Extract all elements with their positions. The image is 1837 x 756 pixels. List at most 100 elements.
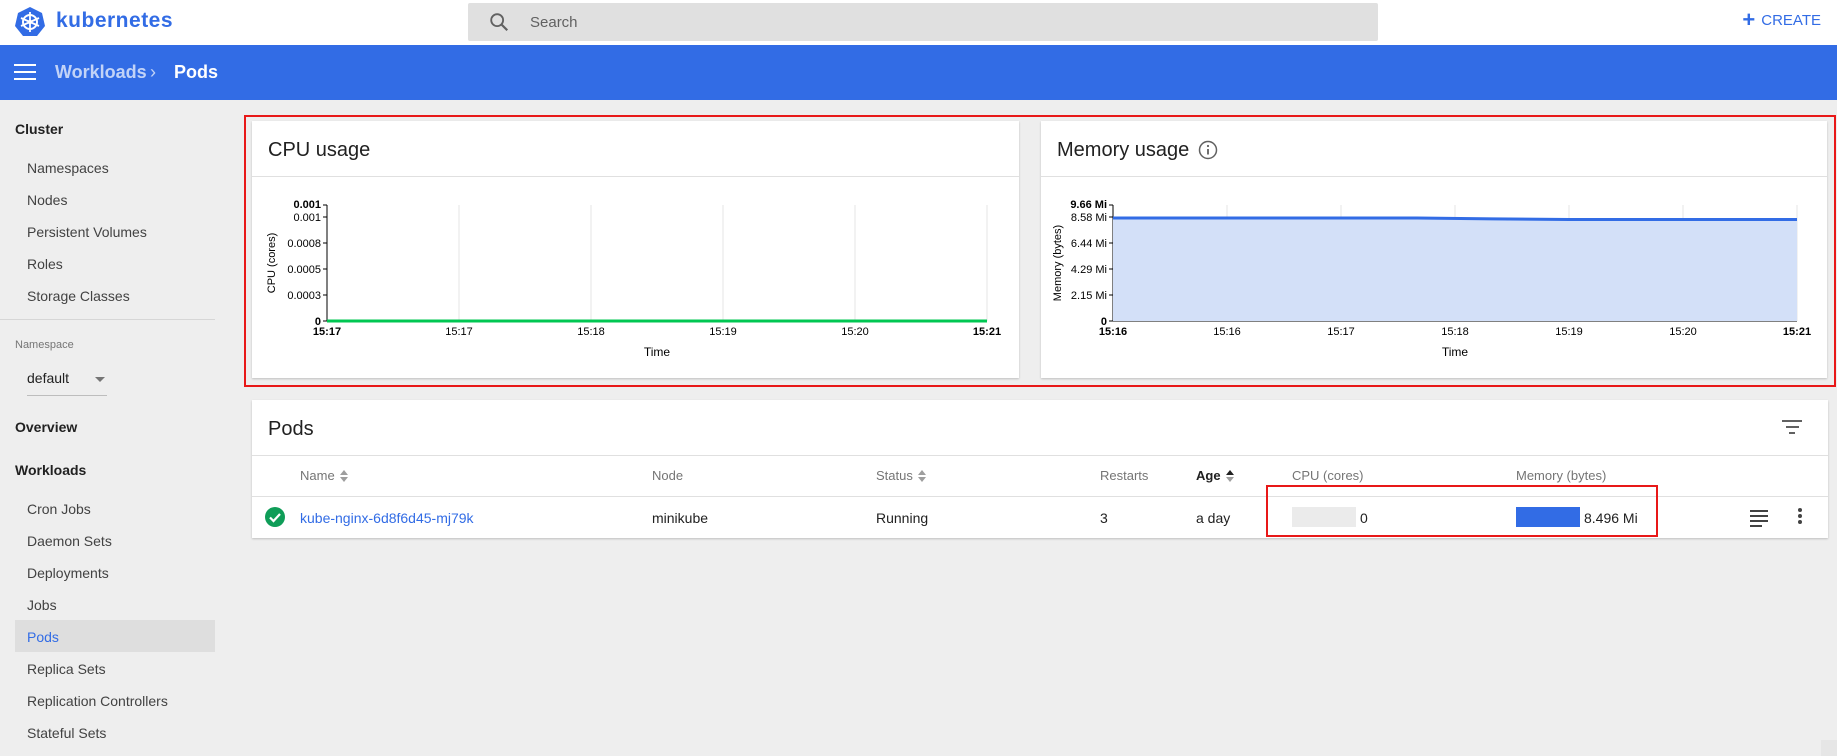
y-tick-label: 0.001 [293, 199, 321, 211]
x-tick-label: 15:19 [709, 326, 737, 338]
pod-name-link[interactable]: kube-nginx-6d8f6d45-mj79k [300, 510, 474, 526]
pod-status: Running [876, 510, 929, 526]
sidebar: Cluster Namespaces Nodes Persistent Volu… [0, 100, 215, 756]
filter-icon[interactable] [1782, 420, 1802, 436]
sort-icon [917, 469, 927, 483]
plus-icon: + [1742, 7, 1756, 32]
column-label: Node [652, 468, 684, 483]
y-tick-label: 4.29 Mi [1071, 264, 1107, 276]
x-tick-label: 15:21 [973, 326, 1001, 338]
x-tick-label: 15:18 [1441, 326, 1469, 338]
column-label: CPU (cores) [1292, 468, 1364, 483]
x-axis-label: Time [644, 345, 671, 359]
create-button[interactable]: + CREATE [1742, 7, 1821, 32]
sidebar-heading-workloads[interactable]: Workloads [15, 462, 86, 478]
sidebar-heading-cluster[interactable]: Cluster [15, 121, 63, 137]
pod-node: minikube [652, 510, 709, 526]
column-header-status[interactable]: Status [876, 468, 927, 483]
x-tick-label: 15:16 [1213, 326, 1241, 338]
x-axis-label: Time [1442, 345, 1469, 359]
y-axis-label: CPU (cores) [266, 233, 278, 294]
column-label: Status [876, 468, 913, 483]
x-tick-label: 15:21 [1783, 326, 1811, 338]
sidebar-item-pods[interactable]: Pods [27, 629, 59, 645]
brand-title[interactable]: kubernetes [56, 9, 173, 33]
breadcrumb-bar: Workloads › Pods [0, 45, 1837, 100]
column-header-node: Node [652, 468, 683, 483]
window-resize-corner [1821, 740, 1837, 756]
memory-usage-chart: 02.15 Mi4.29 Mi6.44 Mi8.58 Mi9.66 Mi15:1… [1052, 199, 1811, 359]
x-tick-label: 15:20 [1669, 326, 1697, 338]
sort-icon [339, 469, 349, 483]
y-tick-label: 6.44 Mi [1071, 238, 1107, 250]
sidebar-item-roles[interactable]: Roles [27, 256, 63, 272]
chevron-right-icon: › [150, 62, 156, 82]
kubernetes-logo-icon[interactable] [14, 6, 46, 38]
logs-icon[interactable] [1750, 510, 1768, 527]
sidebar-item-storage-classes[interactable]: Storage Classes [27, 288, 130, 304]
create-label: CREATE [1761, 11, 1821, 29]
namespace-value: default [27, 370, 70, 386]
sidebar-divider [0, 319, 215, 320]
memory-card-title: Memory usage [1057, 139, 1190, 161]
caret-down-icon [95, 377, 105, 382]
namespace-select[interactable]: default [27, 366, 107, 396]
pods-card-title: Pods [268, 418, 314, 440]
column-label: Restarts [1100, 468, 1149, 483]
namespace-label: Namespace [15, 339, 74, 351]
cpu-usage-card: CPU usage 0 0.0003 0.0005 0.0008 0.001 0.001 1… [252, 121, 1019, 378]
x-tick-label: 15:16 [1099, 326, 1127, 338]
breadcrumb-workloads[interactable]: Workloads [55, 62, 147, 83]
column-header-age[interactable]: Age [1196, 468, 1235, 483]
x-tick-label: 15:20 [841, 326, 869, 338]
column-label: Name [300, 468, 335, 483]
y-tick-label: 0.0005 [287, 264, 321, 276]
sidebar-item-deployments[interactable]: Deployments [27, 565, 109, 581]
memory-usage-bar [1516, 507, 1580, 527]
x-tick-label: 15:17 [313, 326, 341, 338]
y-axis-label: Memory (bytes) [1052, 225, 1064, 301]
sidebar-item-stateful-sets[interactable]: Stateful Sets [27, 725, 106, 741]
sidebar-item-replication-controllers[interactable]: Replication Controllers [27, 693, 168, 709]
sidebar-item-namespaces[interactable]: Namespaces [27, 160, 109, 176]
pod-memory-value: 8.496 Mi [1584, 510, 1638, 526]
y-tick-label: 2.15 Mi [1071, 290, 1107, 302]
page-title: Pods [174, 62, 219, 82]
search-input[interactable] [530, 3, 1350, 41]
sort-icon [1225, 469, 1235, 483]
sidebar-item-persistent-volumes[interactable]: Persistent Volumes [27, 224, 147, 240]
table-divider [252, 496, 1828, 497]
column-label: Memory (bytes) [1516, 468, 1607, 483]
column-label: Age [1196, 468, 1221, 483]
sidebar-item-cron-jobs[interactable]: Cron Jobs [27, 501, 91, 517]
more-vert-icon[interactable] [1797, 508, 1803, 526]
x-tick-label: 15:17 [1327, 326, 1355, 338]
cpu-usage-chart: 00.00030.00050.00080.0010.00115:17 15:17 1… [266, 199, 1001, 359]
column-header-memory: Memory (bytes) [1516, 468, 1606, 483]
y-tick-label: 0.0003 [287, 290, 321, 302]
search-icon [490, 13, 509, 32]
sidebar-item-jobs[interactable]: Jobs [27, 597, 57, 613]
info-icon[interactable] [1198, 140, 1218, 160]
card-divider [252, 455, 1828, 456]
pod-cpu-value: 0 [1360, 510, 1368, 526]
x-tick-label: 15:18 [577, 326, 605, 338]
column-header-cpu: CPU (cores) [1292, 468, 1364, 483]
column-header-name[interactable]: Name [300, 468, 349, 483]
search-box[interactable] [468, 3, 1378, 41]
x-tick-label: 15:17 [445, 326, 473, 338]
memory-usage-bar-fill [1516, 507, 1580, 527]
memory-usage-card: Memory usage 0 2.15 Mi 4.29 Mi 6.44 Mi 8.58 … [1041, 121, 1827, 378]
sidebar-item-nodes[interactable]: Nodes [27, 192, 67, 208]
sidebar-item-replica-sets[interactable]: Replica Sets [27, 661, 106, 677]
menu-icon[interactable] [14, 64, 36, 80]
y-tick-label: 8.58 Mi [1071, 212, 1107, 224]
pod-age: a day [1196, 510, 1231, 526]
pod-restarts: 3 [1100, 510, 1108, 526]
cpu-card-title: CPU usage [268, 139, 371, 161]
cpu-usage-bar [1292, 507, 1356, 527]
sidebar-item-overview[interactable]: Overview [15, 419, 77, 435]
y-tick-label: 0.001 [293, 212, 321, 224]
pods-card: Pods Name Node Status Restarts Age CPU (… [252, 400, 1828, 538]
sidebar-item-daemon-sets[interactable]: Daemon Sets [27, 533, 112, 549]
